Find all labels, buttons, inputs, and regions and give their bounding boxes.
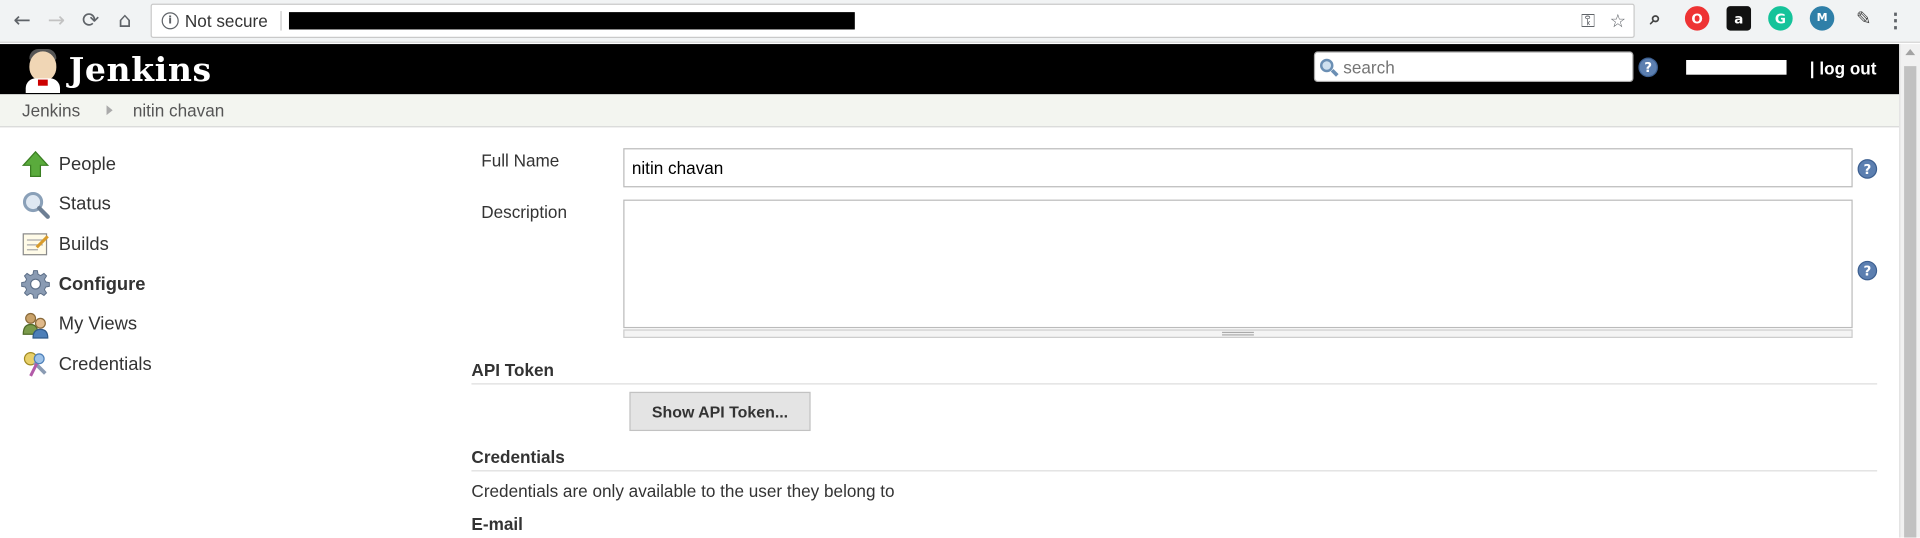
section-divider bbox=[471, 470, 1878, 472]
logout-link[interactable]: | log out bbox=[1810, 59, 1877, 79]
credentials-heading: Credentials bbox=[471, 446, 565, 467]
jenkins-logo[interactable]: Jenkins bbox=[22, 47, 212, 94]
section-divider bbox=[471, 383, 1878, 385]
jenkins-header: Jenkins ? | log out bbox=[0, 44, 1900, 95]
star-icon[interactable]: ☆ bbox=[1610, 10, 1626, 32]
security-label[interactable]: Not secure bbox=[185, 11, 268, 31]
address-bar[interactable]: i Not secure ⚿ ☆ bbox=[150, 3, 1635, 38]
url-separator bbox=[280, 11, 282, 31]
gear-icon bbox=[21, 269, 50, 299]
keys-icon bbox=[21, 349, 50, 378]
info-icon[interactable]: i bbox=[161, 12, 179, 30]
eyedropper-extension-icon[interactable]: ✎ bbox=[1851, 6, 1875, 30]
breadcrumb-jenkins[interactable]: Jenkins bbox=[22, 100, 80, 120]
key-icon[interactable]: ⚿ bbox=[1581, 10, 1595, 32]
sidebar-item-label: People bbox=[58, 154, 116, 175]
search-help-icon[interactable]: ? bbox=[1638, 57, 1658, 78]
jenkins-brand[interactable]: Jenkins bbox=[69, 51, 212, 89]
up-arrow-icon bbox=[21, 150, 50, 179]
browser-menu-icon[interactable]: ⋮ bbox=[1886, 9, 1906, 33]
scroll-up-icon[interactable] bbox=[1905, 48, 1916, 56]
m-extension-icon[interactable]: M bbox=[1809, 6, 1835, 31]
breadcrumb: Jenkins nitin chavan bbox=[0, 94, 1900, 128]
full-name-field[interactable]: nitin chavan bbox=[623, 148, 1853, 188]
sidebar-item-label: Status bbox=[58, 193, 111, 215]
magnifier-icon bbox=[21, 190, 50, 219]
description-textarea[interactable] bbox=[623, 199, 1853, 329]
sidebar-item-configure[interactable]: Configure bbox=[21, 264, 152, 304]
jenkins-butler-icon bbox=[22, 47, 64, 94]
redacted-username[interactable] bbox=[1686, 60, 1787, 75]
search-box[interactable] bbox=[1313, 51, 1634, 83]
email-heading: E-mail bbox=[471, 514, 523, 534]
sidebar-item-my-views[interactable]: My Views bbox=[21, 304, 152, 344]
reload-icon[interactable]: ⟳ bbox=[73, 4, 107, 38]
search-icon bbox=[1319, 57, 1339, 77]
credentials-note: Credentials are only available to the us… bbox=[471, 481, 895, 501]
redacted-url[interactable] bbox=[288, 12, 855, 30]
notepad-icon bbox=[21, 230, 50, 259]
sidebar-item-label: Builds bbox=[58, 233, 109, 255]
description-label: Description bbox=[481, 202, 567, 222]
sidebar-item-label: My Views bbox=[58, 313, 138, 335]
user-group-icon bbox=[21, 309, 50, 339]
description-help-icon[interactable]: ? bbox=[1857, 260, 1878, 281]
full-name-help-icon[interactable]: ? bbox=[1857, 159, 1878, 179]
grammarly-extension-icon[interactable]: G bbox=[1768, 6, 1793, 31]
extensions-bar: ⌕ O a G M ✎ bbox=[1643, 6, 1876, 31]
full-name-label: Full Name bbox=[481, 150, 560, 171]
forward-icon[interactable]: → bbox=[39, 4, 73, 38]
api-token-heading: API Token bbox=[471, 360, 554, 380]
side-panel: People Status Builds Configure My Views bbox=[21, 144, 152, 383]
sidebar-item-label: Credentials bbox=[58, 353, 152, 375]
opera-extension-icon[interactable]: O bbox=[1684, 6, 1710, 31]
search-input[interactable] bbox=[1343, 56, 1625, 77]
breadcrumb-arrow-icon[interactable] bbox=[107, 105, 114, 116]
magnifier-extension-icon[interactable]: ⌕ bbox=[1643, 6, 1667, 30]
sidebar-item-status[interactable]: Status bbox=[21, 184, 152, 224]
page-scrollbar[interactable] bbox=[1899, 44, 1920, 538]
sidebar-item-people[interactable]: People bbox=[21, 144, 152, 184]
sidebar-item-builds[interactable]: Builds bbox=[21, 224, 152, 264]
sidebar-item-credentials[interactable]: Credentials bbox=[21, 344, 152, 384]
browser-toolbar: ← → ⟳ ⌂ i Not secure ⚿ ☆ ⌕ O a G M ✎ ⋮ bbox=[0, 0, 1920, 43]
amazon-extension-icon[interactable]: a bbox=[1726, 6, 1752, 31]
back-icon[interactable]: ← bbox=[5, 4, 39, 38]
show-api-token-button[interactable]: Show API Token... bbox=[629, 391, 811, 432]
home-icon[interactable]: ⌂ bbox=[108, 4, 142, 38]
scroll-thumb[interactable] bbox=[1904, 66, 1917, 538]
breadcrumb-user[interactable]: nitin chavan bbox=[133, 100, 224, 120]
textarea-expand-handle[interactable] bbox=[623, 329, 1853, 338]
sidebar-item-label: Configure bbox=[58, 273, 146, 295]
